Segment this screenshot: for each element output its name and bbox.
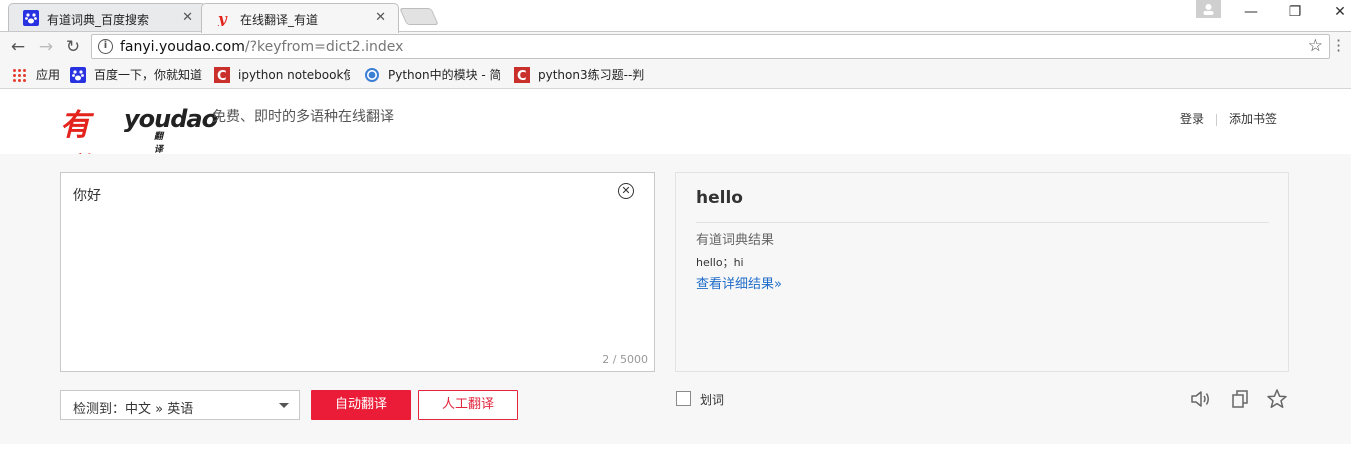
reload-icon[interactable]: ↻ [63, 37, 83, 57]
auto-translate-button[interactable]: 自动翻译 [311, 390, 411, 420]
svg-text:y: y [217, 10, 228, 26]
apps-grid-icon [12, 68, 26, 82]
browser-toolbar: ← → ↻ i fanyi.youdao.com/?keyfrom=dict2.… [0, 32, 1351, 61]
tab-close-icon[interactable]: ✕ [375, 10, 386, 25]
source-text-input[interactable]: 你好 ✕ 2 / 5000 [60, 172, 655, 372]
language-select-value: 检测到：中文 » 英语 [73, 402, 194, 417]
header-links: 登录 添加书签 [1180, 110, 1277, 127]
profile-avatar-icon[interactable] [1196, 0, 1221, 18]
svg-text:C: C [517, 69, 527, 83]
restore-button[interactable]: ❐ [1284, 4, 1306, 20]
login-link[interactable]: 登录 [1180, 112, 1204, 126]
human-translate-button[interactable]: 人工翻译 [418, 390, 518, 420]
csdn-c-icon: C [214, 67, 230, 83]
clear-input-icon[interactable]: ✕ [618, 183, 634, 199]
select-word-label: 划词 [700, 393, 725, 407]
tab-baidu-search[interactable]: 有道词典_百度搜索 ✕ [8, 3, 206, 32]
forward-arrow-icon[interactable]: → [36, 37, 56, 57]
site-info-icon[interactable]: i [98, 39, 113, 54]
bookmark-python-modules[interactable]: Python中的模块 - 简 [364, 67, 500, 83]
dict-result-title: 有道词典结果 [696, 233, 775, 248]
minimize-button[interactable]: — [1240, 4, 1262, 20]
bookmarks-bar: 应用 百度一下，你就知道 C ipython notebook使 Python中… [0, 61, 1351, 89]
bookmark-star-icon[interactable]: ☆ [1308, 36, 1323, 56]
globe-icon [365, 68, 379, 82]
tab-title: 在线翻译_有道 [240, 13, 319, 27]
browser-menu-icon[interactable]: · · · [1336, 33, 1342, 59]
window-close-button[interactable]: ✕ [1329, 4, 1351, 20]
tab-title: 有道词典_百度搜索 [47, 13, 150, 27]
url-text[interactable]: fanyi.youdao.com/?keyfrom=dict2.index [120, 39, 403, 55]
chevron-down-icon [279, 403, 289, 408]
tab-youdao-translate[interactable]: y 在线翻译_有道 ✕ [201, 3, 399, 33]
site-header: 有道 youdao 翻 译 免费、即时的多语种在线翻译 登录添加书签 [0, 90, 1351, 187]
select-word-checkbox[interactable] [676, 391, 691, 406]
char-counter: 2 / 5000 [602, 353, 648, 366]
more-results-link[interactable]: 查看详细结果» [696, 273, 782, 292]
tab-close-icon[interactable]: ✕ [182, 10, 193, 25]
dict-meaning: hello；hi [696, 256, 744, 269]
youdao-y-icon: y [217, 10, 228, 26]
svg-text:C: C [217, 69, 227, 83]
add-bookmark-link[interactable]: 添加书签 [1229, 112, 1277, 126]
baidu-paw-icon [70, 67, 86, 83]
result-divider [696, 222, 1269, 223]
youdao-translate-page: 有道 youdao 翻 译 免费、即时的多语种在线翻译 登录添加书签 你好 ✕ … [0, 90, 1351, 450]
source-text[interactable]: 你好 [73, 185, 101, 205]
bookmark-ipython-notebook[interactable]: C ipython notebook使 [214, 67, 350, 83]
site-slogan: 免费、即时的多语种在线翻译 [212, 109, 394, 125]
bookmark-baidu[interactable]: 百度一下，你就知道 [70, 67, 202, 83]
new-tab-button[interactable] [399, 8, 439, 25]
back-arrow-icon[interactable]: ← [8, 37, 28, 57]
header-divider [1216, 113, 1218, 126]
favorite-star-icon[interactable] [1266, 388, 1288, 410]
baidu-paw-icon [23, 10, 39, 26]
translation-result: hello 有道词典结果 hello；hi 查看详细结果» [675, 172, 1289, 372]
speaker-icon[interactable] [1189, 388, 1211, 410]
result-word: hello [696, 188, 743, 208]
copy-icon[interactable] [1229, 388, 1251, 410]
bookmark-python3-exercises[interactable]: C python3练习题--判 [514, 67, 650, 83]
csdn-c-icon: C [514, 67, 530, 83]
language-select[interactable]: 检测到：中文 » 英语 [60, 390, 300, 420]
bookmark-apps[interactable]: 应用 [10, 67, 60, 83]
address-bar[interactable]: i fanyi.youdao.com/?keyfrom=dict2.index … [91, 34, 1330, 59]
browser-tab-bar: 有道词典_百度搜索 ✕ y 在线翻译_有道 ✕ — ❐ ✕ [0, 0, 1351, 33]
